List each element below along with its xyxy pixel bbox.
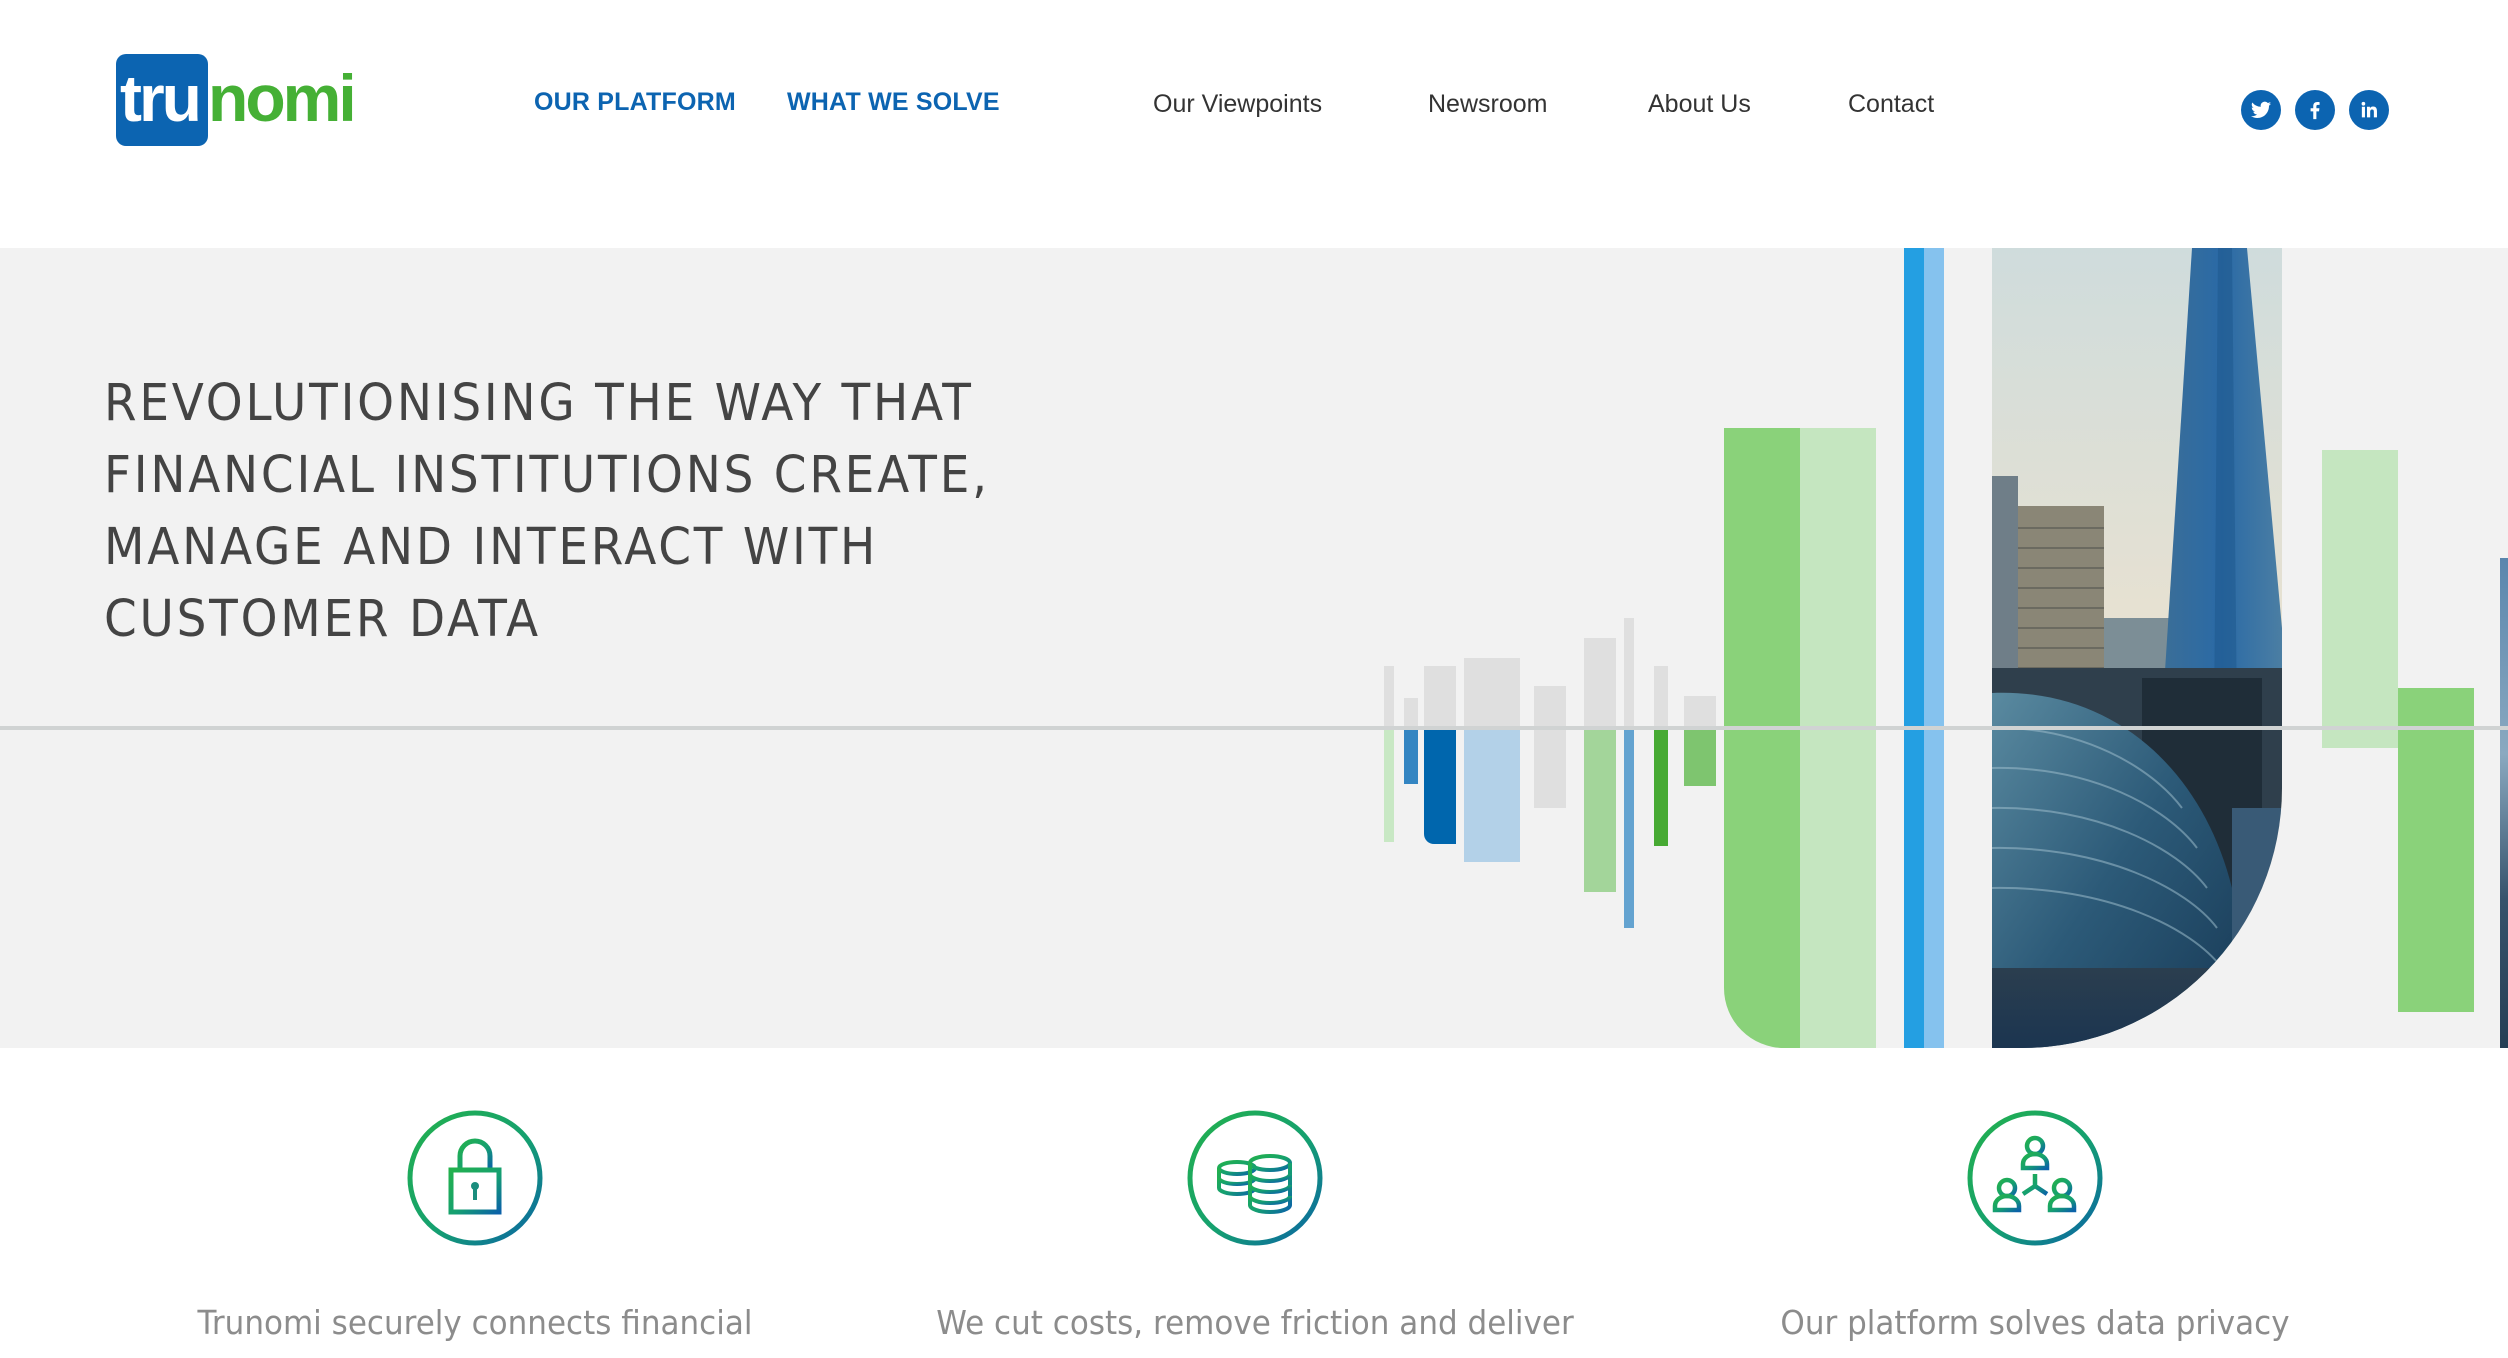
decor-pillar-green	[1724, 428, 1800, 1048]
logo-text-nomi: nomi	[208, 61, 357, 135]
feature-text: We cut costs, remove friction and delive…	[936, 1303, 1574, 1342]
twitter-button[interactable]	[2241, 90, 2281, 130]
linkedin-icon	[2361, 101, 2377, 118]
decor-stripe-light-blue	[1924, 248, 1944, 1048]
twitter-icon	[2250, 101, 2272, 118]
site-header: tru nomi OUR PLATFORM WHAT WE SOLVE Our …	[0, 0, 2508, 248]
decor-bar	[1684, 728, 1716, 786]
feature-text: Trunomi securely connects financial	[197, 1303, 753, 1342]
hero-banner: REVOLUTIONISING THE WAY THAT FINANCIAL I…	[0, 248, 2508, 1048]
feature-text: Our platform solves data privacy	[1780, 1303, 2290, 1342]
nav-our-viewpoints[interactable]: Our Viewpoints	[1153, 90, 1322, 119]
nav-our-platform[interactable]: OUR PLATFORM	[534, 88, 736, 117]
trunomi-logo[interactable]: tru nomi	[116, 54, 376, 146]
decor-bar	[1424, 666, 1456, 728]
city-skyline-photo	[1992, 248, 2282, 1048]
decor-bar	[1684, 696, 1716, 728]
linkedin-button[interactable]	[2349, 90, 2389, 130]
decor-bar	[1654, 728, 1668, 846]
city-skyline-image	[1992, 248, 2282, 1048]
decor-bar	[1584, 638, 1616, 728]
nav-about-us[interactable]: About Us	[1648, 90, 1751, 119]
decor-bar	[1584, 728, 1616, 892]
photo-edge	[2500, 558, 2508, 1048]
decor-bar	[1534, 686, 1566, 808]
decor-bar	[1464, 728, 1520, 862]
decor-bar	[1464, 658, 1520, 728]
hero-divider-line	[0, 726, 2508, 730]
nav-contact[interactable]: Contact	[1848, 90, 1934, 119]
logo-text-tru: tru	[120, 61, 202, 135]
decor-block-green	[2398, 688, 2474, 1012]
decor-bar	[1424, 728, 1456, 844]
user-network-icon	[1967, 1110, 2103, 1246]
decor-bar	[1384, 728, 1394, 842]
facebook-icon	[2310, 102, 2320, 120]
decor-stripe-blue	[1904, 248, 1924, 1048]
decor-bar	[1654, 666, 1668, 728]
decor-bar	[1404, 728, 1418, 784]
features-section: Trunomi securely connects financial We c…	[0, 1048, 2508, 1358]
decor-bar	[1624, 728, 1634, 928]
decor-bar	[1624, 618, 1634, 728]
coin-stack-icon	[1187, 1110, 1323, 1246]
facebook-button[interactable]	[2295, 90, 2335, 130]
decor-pillar-light-green	[1800, 428, 1876, 1048]
nav-newsroom[interactable]: Newsroom	[1428, 90, 1547, 119]
decor-bar	[1384, 666, 1394, 728]
padlock-icon	[407, 1110, 543, 1246]
decor-bar	[1404, 698, 1418, 728]
decor-block-light-green	[2322, 450, 2398, 748]
nav-what-we-solve[interactable]: WHAT WE SOLVE	[787, 88, 1000, 117]
